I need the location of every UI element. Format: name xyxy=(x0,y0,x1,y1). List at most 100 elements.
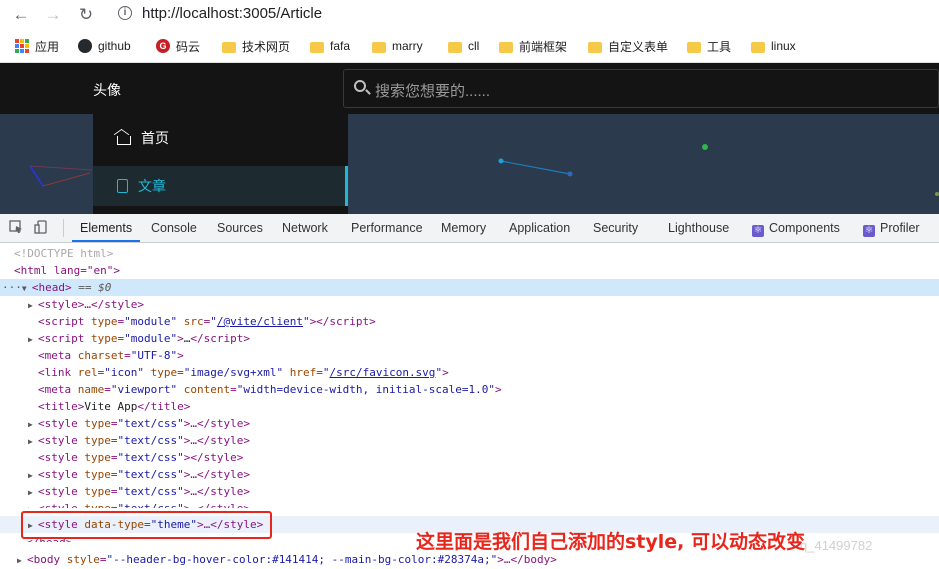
app-header: 头像 搜索您想要的...... xyxy=(0,63,939,114)
body-style-value: --header-bg-hover-color:#141414; --main-… xyxy=(113,553,491,566)
tab-components[interactable]: ⚛ Components xyxy=(752,214,840,242)
bookmark-label: cll xyxy=(468,39,480,53)
dom-title-node[interactable]: <title>Vite App</title> xyxy=(38,398,190,415)
highlight-box xyxy=(21,511,272,539)
dom-style-node[interactable]: ▶<style type="text/css">…</style> xyxy=(28,500,250,508)
tab-sources[interactable]: Sources xyxy=(217,214,263,242)
dom-style-node[interactable]: ▶<style type="text/css">…</style> xyxy=(28,483,250,500)
search-input[interactable]: 搜索您想要的...... xyxy=(343,69,939,108)
folder-icon xyxy=(222,41,236,53)
devtools-toolbar: Elements Console Sources Network Perform… xyxy=(0,214,939,243)
charset-value: UTF-8 xyxy=(137,349,171,362)
tab-elements[interactable]: Elements xyxy=(72,214,141,242)
tab-security[interactable]: Security xyxy=(593,214,638,242)
browser-toolbar: ← → ↻ i http://localhost:3005/Article xyxy=(0,0,939,30)
dom-style-node[interactable]: <style type="text/css"></style> xyxy=(38,449,243,466)
info-icon[interactable]: i xyxy=(118,6,132,20)
reload-icon[interactable]: ↻ xyxy=(75,4,97,26)
tab-console[interactable]: Console xyxy=(151,214,197,242)
menu-item-home[interactable]: 首页 xyxy=(93,114,348,162)
tab-network[interactable]: Network xyxy=(282,214,328,242)
bookmark-label: linux xyxy=(771,39,796,53)
folder-icon xyxy=(499,41,513,53)
title-text: Vite App xyxy=(84,400,138,413)
document-icon xyxy=(117,179,128,193)
dom-doctype[interactable]: <!DOCTYPE html> xyxy=(14,245,113,262)
tab-profiler[interactable]: ⚛ Profiler xyxy=(863,214,920,242)
html-tag-text: <html lang="en"> xyxy=(14,264,120,277)
folder-icon xyxy=(687,41,701,53)
bookmark-folder[interactable]: fafa xyxy=(310,37,350,55)
gitee-icon: G xyxy=(156,39,170,53)
dom-head-node[interactable]: ···▼ <head> == $0 xyxy=(0,279,939,296)
link-type-value: image/svg+xml xyxy=(190,366,277,379)
bookmark-label: 工具 xyxy=(707,39,732,54)
bookmark-folder[interactable]: 工具 xyxy=(687,37,731,55)
apps-icon xyxy=(15,39,29,53)
github-icon xyxy=(78,39,92,53)
dom-link-node[interactable]: <link rel="icon" type="image/svg+xml" hr… xyxy=(38,364,449,381)
bookmark-label: 应用 xyxy=(35,39,60,54)
tab-label: Profiler xyxy=(880,221,920,235)
bookmark-gitee[interactable]: G 码云 xyxy=(156,37,200,55)
dom-style-node[interactable]: ▶ <style>…</style> xyxy=(28,296,144,313)
back-icon[interactable]: ← xyxy=(10,4,32,26)
tab-lighthouse[interactable]: Lighthouse xyxy=(668,214,729,242)
dom-style-node[interactable]: ▶<style type="text/css">…</style> xyxy=(28,432,250,449)
dom-style-node[interactable]: ▶<style type="text/css">…</style> xyxy=(28,415,250,432)
bookmark-folder[interactable]: 前端框架 xyxy=(499,37,567,55)
bookmark-folder[interactable]: marry xyxy=(372,37,423,55)
inspect-icon[interactable] xyxy=(9,220,23,234)
bookmark-folder[interactable]: 自定义表单 xyxy=(588,37,668,55)
address-bar[interactable]: http://localhost:3005/Article xyxy=(142,4,322,24)
favicon-link[interactable]: /src/favicon.svg xyxy=(329,366,435,379)
meta-name-value: viewport xyxy=(117,383,171,396)
dropdown-menu: 首页 文章 xyxy=(93,114,348,214)
css-type-value: text/css xyxy=(124,451,178,464)
dom-script-node[interactable]: <script type="module" src="/@vite/client… xyxy=(38,313,376,330)
tab-performance[interactable]: Performance xyxy=(351,214,423,242)
dom-script-node[interactable]: ▶ <script type="module">…</script> xyxy=(28,330,250,347)
device-toolbar-icon[interactable] xyxy=(34,220,48,234)
css-type-value: text/css xyxy=(124,434,178,447)
bookmarks-bar: 应用 github G 码云 技术网页 fafa marry cll 前端框架 自… xyxy=(0,30,939,63)
home-icon xyxy=(117,136,131,145)
dom-style-node[interactable]: ▶<style type="text/css">…</style> xyxy=(28,466,250,483)
folder-icon xyxy=(751,41,765,53)
forward-icon[interactable]: → xyxy=(42,4,64,26)
bookmark-folder[interactable]: linux xyxy=(751,37,796,55)
menu-item-article[interactable]: 文章 xyxy=(93,166,348,206)
dom-html-node[interactable]: <html lang="en"> xyxy=(14,262,120,279)
folder-icon xyxy=(588,41,602,53)
doctype-text: <!DOCTYPE html> xyxy=(14,247,114,260)
bookmark-folder[interactable]: cll xyxy=(448,37,479,55)
dom-meta-node[interactable]: <meta name="viewport" content="width=dev… xyxy=(38,381,502,398)
react-icon: ⚛ xyxy=(752,225,764,237)
search-placeholder: 搜索您想要的...... xyxy=(375,83,491,100)
react-icon: ⚛ xyxy=(863,225,875,237)
menu-item-label: 首页 xyxy=(141,130,169,146)
toolbar-divider xyxy=(63,219,64,237)
dom-meta-node[interactable]: <meta charset="UTF-8"> xyxy=(38,347,184,364)
bookmark-label: fafa xyxy=(330,39,351,53)
bookmark-folder[interactable]: 技术网页 xyxy=(222,37,290,55)
watermark: q_41499782 xyxy=(800,538,873,553)
bookmark-label: marry xyxy=(392,39,423,53)
avatar[interactable]: 头像 xyxy=(93,80,121,100)
tab-label: Components xyxy=(769,221,840,235)
style-tag-text: <style>…</style> xyxy=(38,298,144,311)
search-icon xyxy=(354,80,366,92)
script-src-link[interactable]: /@vite/client xyxy=(217,315,303,328)
folder-icon xyxy=(310,41,324,53)
bookmark-label: 前端框架 xyxy=(519,39,568,54)
tab-memory[interactable]: Memory xyxy=(441,214,486,242)
bookmark-apps[interactable]: 应用 xyxy=(15,37,59,55)
menu-item-label: 文章 xyxy=(138,178,166,194)
meta-content-value: width=device-width, initial-scale=1.0 xyxy=(243,383,489,396)
css-type-value: text/css xyxy=(124,417,178,430)
folder-icon xyxy=(448,41,462,53)
bookmark-github[interactable]: github xyxy=(78,37,131,55)
bookmark-label: github xyxy=(98,39,131,53)
tab-application[interactable]: Application xyxy=(509,214,570,242)
annotation-text: 这里面是我们自己添加的style, 可以动态改变 xyxy=(416,531,806,553)
